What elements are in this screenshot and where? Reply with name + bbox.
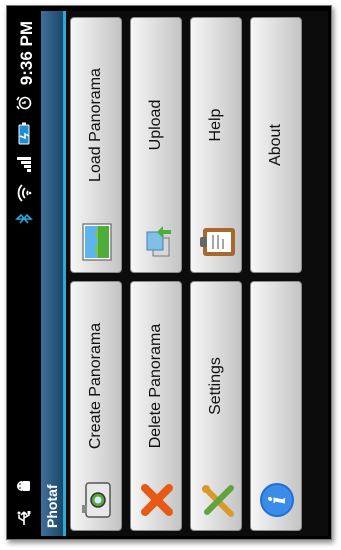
load-panorama-label: Load Panorama [87,68,104,182]
load-panorama-button[interactable]: Load Panorama [70,17,122,273]
upload-button[interactable]: Upload [130,17,182,273]
settings-button[interactable]: Settings [190,281,242,531]
delete-panorama-label: Delete Panorama [147,323,164,449]
bluetooth-icon [15,213,38,225]
delete-panorama-button[interactable]: Delete Panorama [130,281,182,531]
battery-icon [17,121,36,145]
upload-label: Upload [147,99,164,151]
main-menu: Create Panorama Load Panorama Delete Pan… [66,11,328,536]
app-title-bar: Photaf [41,11,66,536]
wifi-icon [16,183,37,203]
device-frame: 9:36 PM Photaf Create Panorama Load Pano… [6,5,332,540]
info-icon: i [257,480,297,520]
rotated-ui: 9:36 PM Photaf Create Panorama Load Pano… [12,11,328,536]
about-info-button[interactable]: i [250,281,302,531]
status-time: 9:36 PM [16,21,36,86]
settings-label: Settings [207,357,224,415]
help-label: Help [207,108,224,142]
svg-text:i: i [265,496,291,504]
create-panorama-button[interactable]: Create Panorama [70,281,122,531]
screen: 9:36 PM Photaf Create Panorama Load Pano… [12,11,328,536]
usb-icon [17,508,36,526]
clock-alarm-icon [16,95,37,111]
status-bar: 9:36 PM [12,11,41,536]
about-button[interactable]: About [250,17,302,273]
help-button[interactable]: Help [190,17,242,273]
create-panorama-label: Create Panorama [87,322,104,450]
android-debug-icon [16,478,37,494]
signal-icon [16,155,37,173]
app-title: Photaf [44,484,60,528]
about-label: About [267,124,284,166]
